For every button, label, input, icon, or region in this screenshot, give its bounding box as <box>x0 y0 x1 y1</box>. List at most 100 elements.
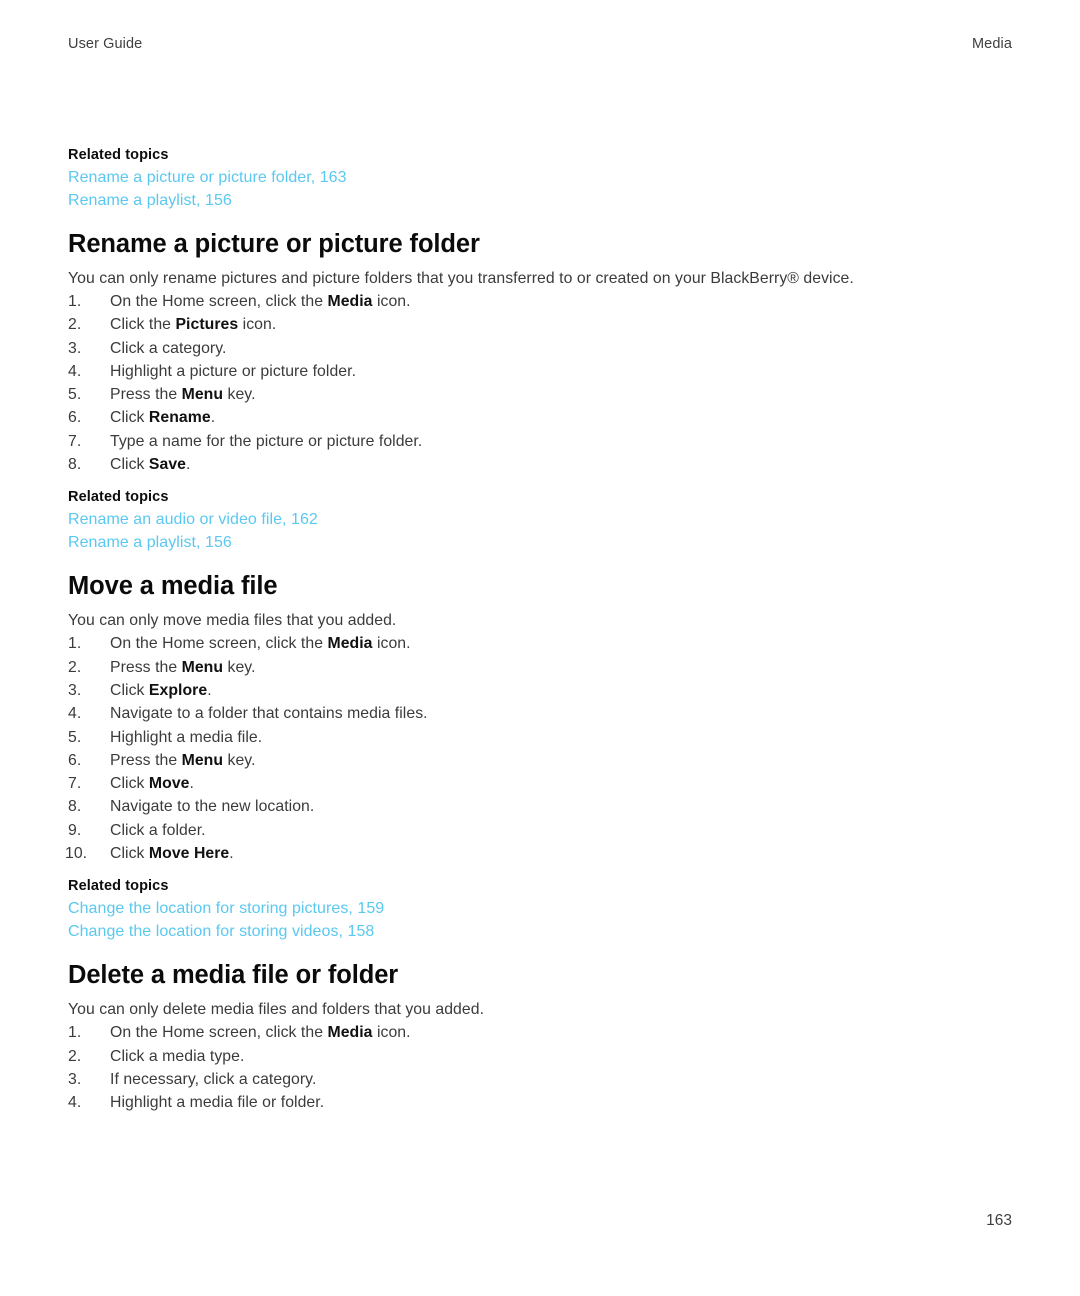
step-item: 5. Highlight a media file. <box>68 726 1012 749</box>
related-topic-link-text[interactable]: Rename a playlist, 156 <box>68 192 232 209</box>
related-topics-block: Related topics Change the location for s… <box>68 877 1012 943</box>
step-emphasis: Explore <box>148 681 208 699</box>
section-intro: You can only move media files that you a… <box>68 612 397 630</box>
step-item: 1. On the Home screen, click the Media ic… <box>68 632 1012 655</box>
related-topics-link-list: Rename a picture or picture folder, 163 R… <box>68 167 1012 212</box>
step-text: Press the Menu key. <box>110 386 256 404</box>
step-item: 6. Press the Menu key. <box>68 749 1012 772</box>
step-text: Navigate to the new location. <box>110 798 315 816</box>
related-topics-label: Related topics <box>68 489 169 506</box>
step-text: Click a folder. <box>110 821 206 839</box>
section-intro: You can only rename pictures and picture… <box>68 270 854 287</box>
step-item: 3. Click a category. <box>68 337 1012 360</box>
step-number: 8. <box>68 456 82 474</box>
running-head-left: User Guide <box>68 36 143 52</box>
related-topics-block: Related topics Rename an audio or video … <box>68 488 1012 554</box>
page-number: 163 <box>986 1212 1012 1229</box>
step-item: 8. Navigate to the new location. <box>68 795 1012 818</box>
related-topics-label: Related topics <box>68 147 169 163</box>
step-item: 3. Click Explore. <box>68 679 1012 702</box>
step-text: Click the Pictures icon. <box>110 316 277 334</box>
related-topic-link-text[interactable]: Rename a picture or picture folder, 163 <box>68 169 347 186</box>
page-title: Rename a picture or picture folder <box>68 230 480 258</box>
step-item: 4. Highlight a media file or folder. <box>68 1091 1012 1114</box>
steps-list: 1. On the Home screen, click the Media ic… <box>68 1021 1012 1114</box>
step-item: 2. Press the Menu key. <box>68 656 1012 679</box>
step-number: 7. <box>68 432 82 450</box>
section-delete-media: Delete a media file or folder You can on… <box>68 960 1012 1114</box>
step-item: 1. On the Home screen, click the Media ic… <box>68 290 1012 313</box>
step-text: On the Home screen, click the Media icon… <box>110 1024 411 1042</box>
step-emphasis: Rename <box>148 409 211 427</box>
step-emphasis: Pictures <box>175 316 239 334</box>
step-text: Press the Menu key. <box>110 751 256 769</box>
related-topics-link-list: Rename an audio or video file, 162 Rename… <box>68 509 1012 554</box>
related-topic-link-text[interactable]: Rename a playlist, 156 <box>68 534 232 551</box>
step-emphasis: Media <box>327 1024 373 1042</box>
steps-list: 1. On the Home screen, click the Media ic… <box>65 632 1012 865</box>
step-number: 2. <box>68 658 82 676</box>
step-text: Click Move Here. <box>110 845 234 863</box>
step-number: 2. <box>68 316 82 334</box>
step-text: Click Move. <box>110 775 194 793</box>
step-number: 3. <box>68 1070 82 1088</box>
related-topic-link[interactable]: Rename an audio or video file, 162 <box>68 509 1012 532</box>
step-item: 7. Click Move. <box>68 772 1012 795</box>
step-number: 10. <box>65 845 88 863</box>
related-topic-link-text[interactable]: Change the location for storing videos, … <box>68 923 374 940</box>
step-number: 5. <box>68 386 82 404</box>
step-text: Type a name for the picture or picture f… <box>110 432 423 450</box>
step-text: Click Rename. <box>110 409 216 427</box>
step-item: 3. If necessary, click a category. <box>68 1068 1012 1091</box>
document-page: User Guide Media Related topics Rename a… <box>0 0 1080 1296</box>
related-topic-link[interactable]: Rename a playlist, 156 <box>68 190 1012 213</box>
step-text: On the Home screen, click the Media icon… <box>110 635 411 653</box>
related-topic-link[interactable]: Change the location for storing videos, … <box>68 921 1012 944</box>
step-emphasis: Media <box>327 635 373 653</box>
step-number: 4. <box>68 362 82 380</box>
step-text: Click Save. <box>110 456 191 474</box>
step-text: Click a media type. <box>110 1047 245 1065</box>
step-item: 6. Click Rename. <box>68 406 1012 429</box>
step-number: 5. <box>68 728 82 746</box>
step-number: 4. <box>68 1094 82 1112</box>
step-number: 7. <box>68 775 82 793</box>
related-topics-label: Related topics <box>68 878 169 895</box>
step-emphasis: Move <box>148 775 190 793</box>
step-item: 8. Click Save. <box>68 453 1012 476</box>
related-topic-link-text[interactable]: Rename an audio or video file, 162 <box>68 511 318 528</box>
step-text: Click Explore. <box>110 681 212 699</box>
step-text: On the Home screen, click the Media icon… <box>110 293 411 310</box>
step-number: 2. <box>68 1047 82 1065</box>
related-topic-link[interactable]: Change the location for storing pictures… <box>68 898 1012 921</box>
step-item: 4. Navigate to a folder that contains med… <box>68 702 1012 725</box>
section-intro: You can only delete media files and fold… <box>68 1001 485 1019</box>
step-item: 4. Highlight a picture or picture folder. <box>68 360 1012 383</box>
step-number: 3. <box>68 681 82 699</box>
step-item: 2. Click a media type. <box>68 1045 1012 1068</box>
running-head: User Guide Media <box>68 36 1012 52</box>
related-topic-link[interactable]: Rename a playlist, 156 <box>68 532 1012 555</box>
step-text: Highlight a picture or picture folder. <box>110 362 357 380</box>
step-number: 3. <box>68 339 82 357</box>
section-rename-picture: Rename a picture or picture folder You c… <box>68 229 1012 554</box>
step-emphasis: Menu <box>181 386 224 404</box>
step-text: Highlight a media file or folder. <box>110 1094 325 1112</box>
step-emphasis: Save <box>148 456 187 474</box>
related-topic-link-text[interactable]: Change the location for storing pictures… <box>68 900 384 917</box>
step-item: 1. On the Home screen, click the Media ic… <box>68 1021 1012 1044</box>
step-number: 9. <box>68 821 82 839</box>
step-item: 2. Click the Pictures icon. <box>68 313 1012 336</box>
related-topics-link-list: Change the location for storing pictures… <box>68 898 1012 943</box>
page-content: Related topics Rename a picture or pictu… <box>65 146 1012 1115</box>
step-text: Press the Menu key. <box>110 658 256 676</box>
related-topics-block-top: Related topics Rename a picture or pictu… <box>68 146 1012 212</box>
related-topic-link[interactable]: Rename a picture or picture folder, 163 <box>68 167 1012 190</box>
step-emphasis: Media <box>327 293 373 310</box>
step-emphasis: Move Here <box>148 845 230 863</box>
